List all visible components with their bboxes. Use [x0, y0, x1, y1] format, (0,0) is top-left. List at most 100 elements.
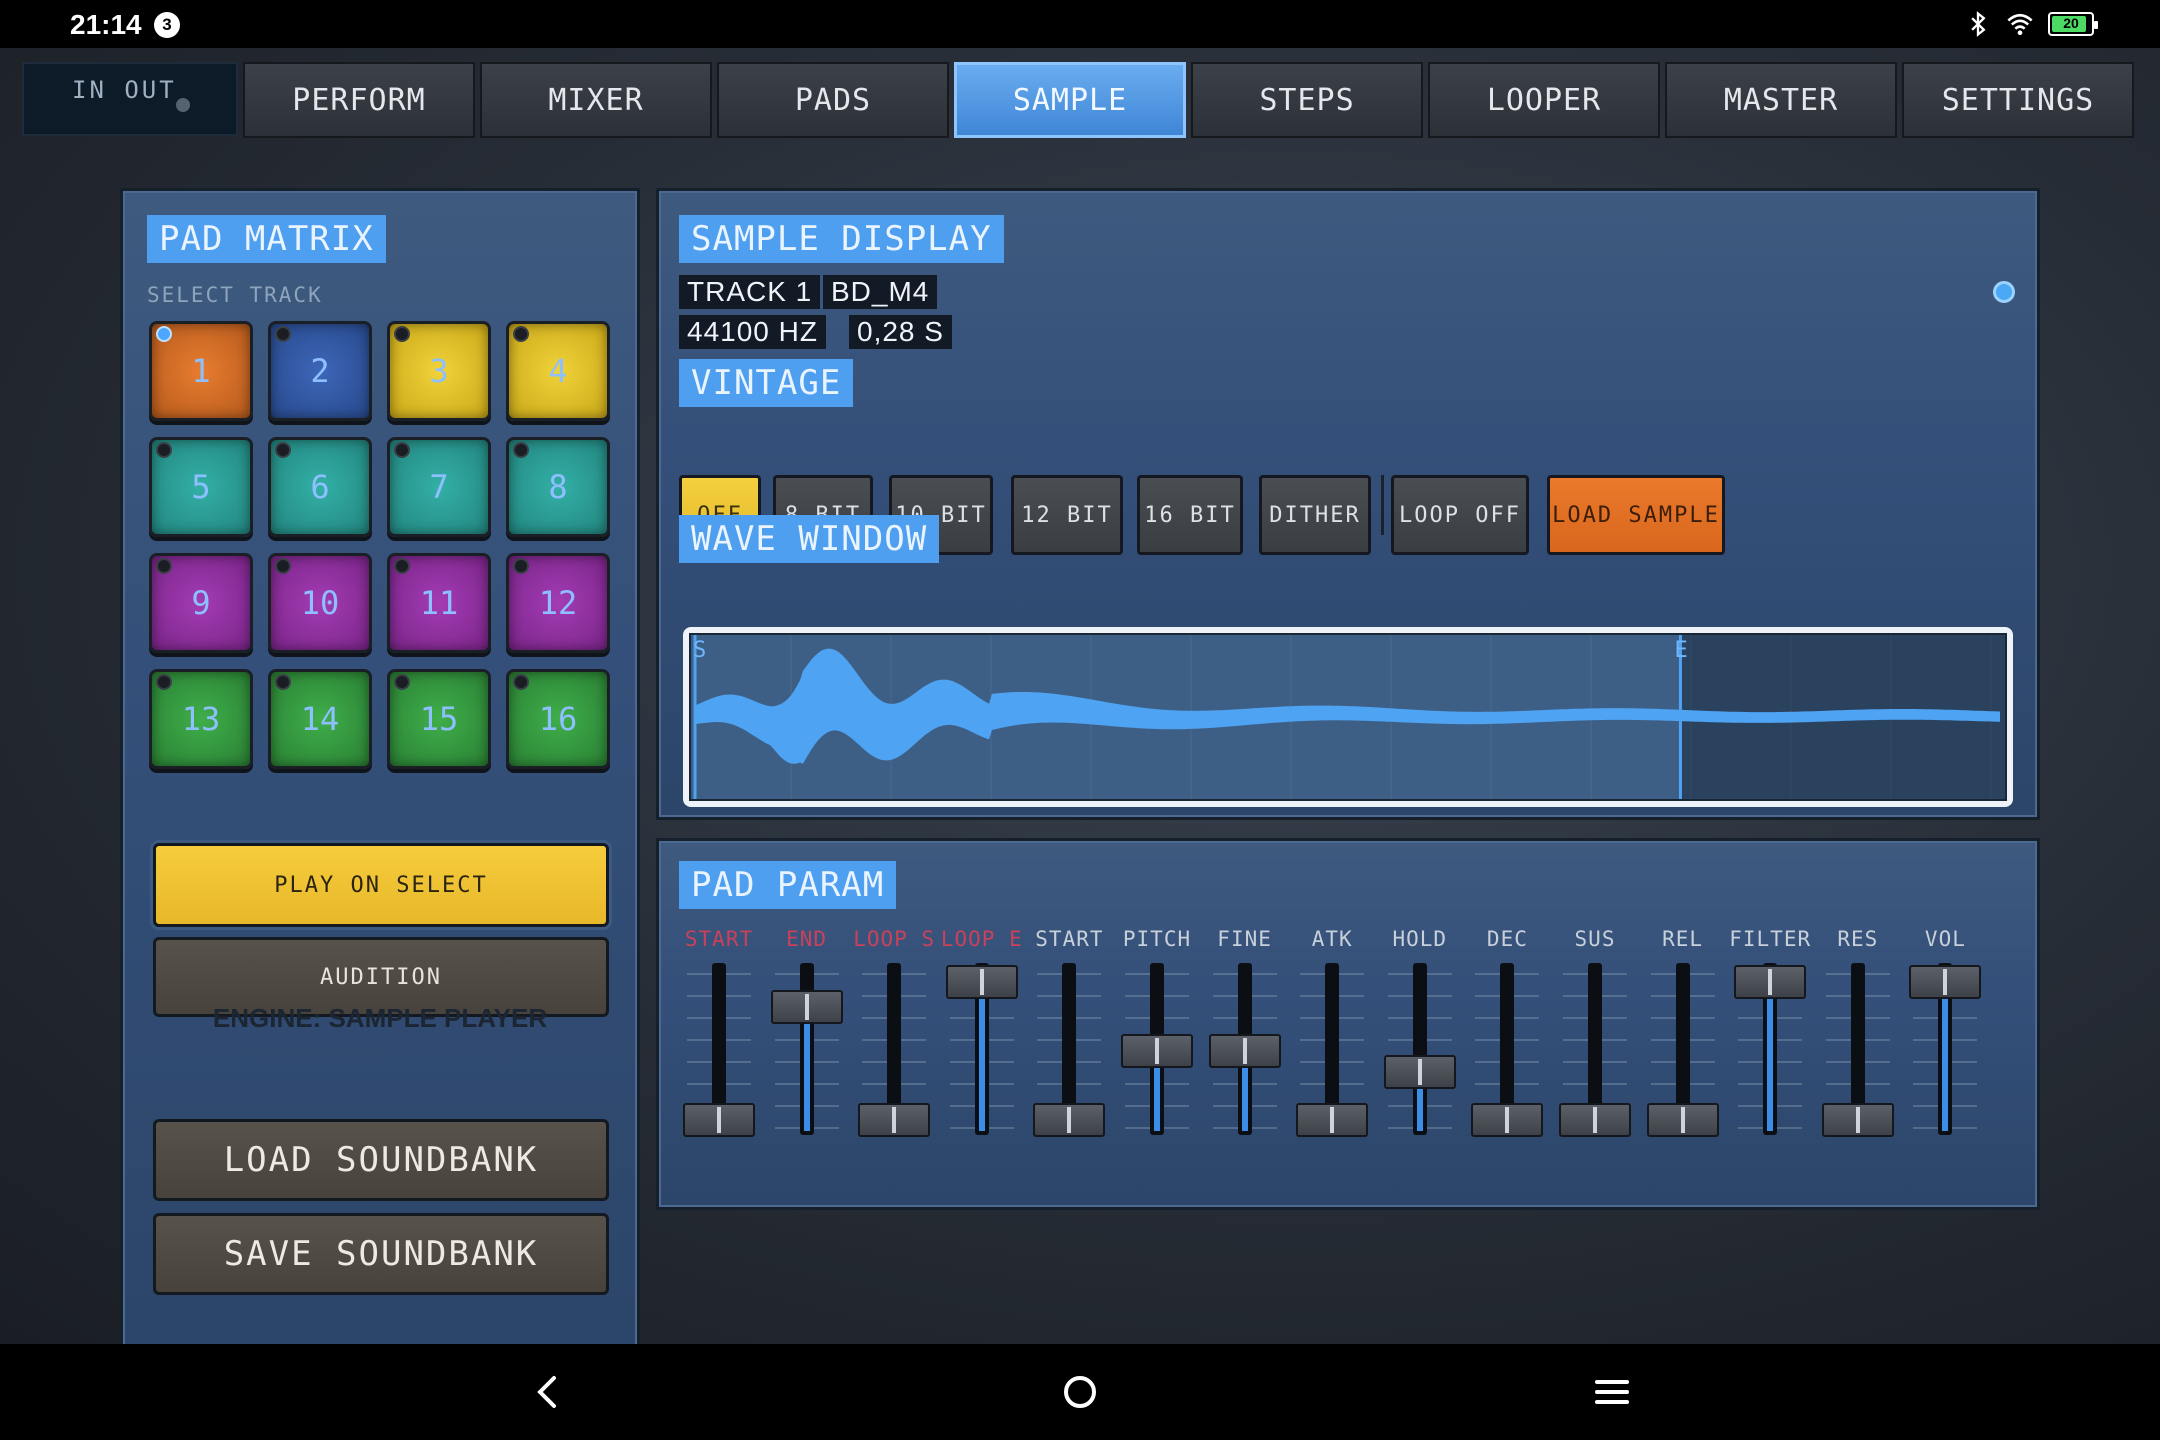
- pad-11[interactable]: 11: [387, 553, 491, 653]
- slider-fine[interactable]: [1208, 963, 1281, 1143]
- sample-display-title: SAMPLE DISPLAY: [679, 215, 1004, 263]
- pad-1[interactable]: 1: [149, 321, 253, 421]
- slider-knob[interactable]: [858, 1103, 931, 1137]
- pad-8[interactable]: 8: [506, 437, 610, 537]
- slider-rel[interactable]: [1646, 963, 1719, 1143]
- slider-filter[interactable]: [1734, 963, 1807, 1143]
- pad-number: 2: [310, 352, 330, 390]
- back-icon[interactable]: [524, 1368, 572, 1416]
- pad-param-title: PAD PARAM: [679, 861, 897, 909]
- io-led: [176, 98, 190, 112]
- pad-13[interactable]: 13: [149, 669, 253, 769]
- pad-7[interactable]: 7: [387, 437, 491, 537]
- slider-knob[interactable]: [1033, 1103, 1106, 1137]
- pad-led: [394, 674, 410, 690]
- app-window: IN OUT PERFORM MIXER PADS SAMPLE STEPS LOOPER…: [0, 48, 2160, 1362]
- track-label: TRACK 1: [679, 275, 821, 309]
- pad-number: 4: [548, 352, 568, 390]
- pad-number: 11: [419, 584, 459, 622]
- slider-knob[interactable]: [1559, 1103, 1631, 1137]
- pad-15[interactable]: 15: [387, 669, 491, 769]
- slider-knob[interactable]: [1208, 1034, 1281, 1068]
- slider-start[interactable]: [683, 963, 755, 1143]
- slider-knob[interactable]: [683, 1103, 755, 1137]
- menu-icon[interactable]: [1588, 1368, 1636, 1416]
- param-label-loop-e: LOOP E: [940, 927, 1023, 951]
- tab-looper[interactable]: LOOPER: [1428, 62, 1660, 138]
- pad-number: 12: [538, 584, 578, 622]
- slider-fill: [1154, 1068, 1160, 1131]
- slider-loop-e[interactable]: [945, 963, 1018, 1143]
- load-soundbank-button[interactable]: LOAD SOUNDBANK: [153, 1119, 609, 1201]
- slider-start[interactable]: [1033, 963, 1106, 1143]
- vintage-16-bit-button[interactable]: 16 BIT: [1137, 475, 1243, 555]
- loop-toggle-button[interactable]: LOOP OFF: [1391, 475, 1529, 555]
- param-label-end: END: [786, 927, 828, 951]
- vintage-dither-button[interactable]: DITHER: [1259, 475, 1371, 555]
- pad-14[interactable]: 14: [268, 669, 372, 769]
- pad-5[interactable]: 5: [149, 437, 253, 537]
- slider-knob[interactable]: [1734, 965, 1807, 999]
- pad-3[interactable]: 3: [387, 321, 491, 421]
- slider-knob[interactable]: [1909, 965, 1982, 999]
- tab-sample[interactable]: SAMPLE: [954, 62, 1186, 138]
- slider-knob[interactable]: [770, 989, 843, 1024]
- slider-dec[interactable]: [1471, 963, 1544, 1143]
- pad-6[interactable]: 6: [268, 437, 372, 537]
- slider-res[interactable]: [1821, 963, 1894, 1143]
- pad-10[interactable]: 10: [268, 553, 372, 653]
- select-track-label: SELECT TRACK: [147, 283, 323, 307]
- tab-pads[interactable]: PADS: [717, 62, 949, 138]
- tab-master[interactable]: MASTER: [1665, 62, 1897, 138]
- slider-end[interactable]: [770, 963, 843, 1143]
- slider-fill: [1416, 1088, 1423, 1131]
- param-label-loop-s: LOOP S: [853, 927, 936, 951]
- pad-led: [156, 442, 172, 458]
- vintage-12-bit-button[interactable]: 12 BIT: [1011, 475, 1123, 555]
- slider-fill: [1767, 999, 1774, 1131]
- param-label-hold: HOLD: [1392, 927, 1448, 951]
- slider-atk[interactable]: [1296, 963, 1369, 1143]
- status-led: [1993, 281, 2015, 303]
- slider-vol[interactable]: [1909, 963, 1982, 1143]
- io-indicator[interactable]: IN OUT: [22, 62, 238, 136]
- slider-knob[interactable]: [1383, 1054, 1456, 1089]
- vintage-separator: [1381, 475, 1384, 535]
- pad-led: [394, 442, 410, 458]
- pad-4[interactable]: 4: [506, 321, 610, 421]
- slider-hold[interactable]: [1383, 963, 1456, 1143]
- slider-knob[interactable]: [1471, 1103, 1544, 1137]
- slider-pitch[interactable]: [1121, 963, 1193, 1143]
- param-label-start: START: [1035, 927, 1104, 951]
- play-on-select-button[interactable]: PLAY ON SELECT: [153, 843, 609, 927]
- slider-knob[interactable]: [945, 965, 1018, 999]
- pad-9[interactable]: 9: [149, 553, 253, 653]
- pad-number: 1: [191, 352, 211, 390]
- slider-sus[interactable]: [1559, 963, 1631, 1143]
- pad-16[interactable]: 16: [506, 669, 610, 769]
- battery-icon: 20: [2048, 12, 2098, 36]
- slider-knob[interactable]: [1296, 1103, 1369, 1137]
- pad-led: [275, 442, 291, 458]
- tab-mixer[interactable]: MIXER: [480, 62, 712, 138]
- sample-name: BD_M4: [823, 275, 938, 309]
- slider-knob[interactable]: [1646, 1103, 1719, 1137]
- wave-window-title: WAVE WINDOW: [679, 515, 940, 563]
- pad-param-panel: PAD PARAM START END LOOP S LOOP E START PITCH…: [656, 838, 2040, 1210]
- tab-settings[interactable]: SETTINGS: [1902, 62, 2134, 138]
- wave-window[interactable]: SE: [683, 627, 2013, 807]
- waveform[interactable]: SE: [691, 635, 2005, 799]
- pad-12[interactable]: 12: [506, 553, 610, 653]
- slider-knob[interactable]: [1121, 1034, 1193, 1068]
- pad-number: 5: [191, 468, 211, 506]
- tab-steps[interactable]: STEPS: [1191, 62, 1423, 138]
- slider-loop-s[interactable]: [858, 963, 931, 1143]
- load-sample-button[interactable]: LOAD SAMPLE: [1547, 475, 1725, 555]
- tab-perform[interactable]: PERFORM: [243, 62, 475, 138]
- slider-knob[interactable]: [1821, 1103, 1894, 1137]
- pad-2[interactable]: 2: [268, 321, 372, 421]
- home-icon[interactable]: [1056, 1368, 1104, 1416]
- slider-fill: [978, 999, 985, 1131]
- save-soundbank-button[interactable]: SAVE SOUNDBANK: [153, 1213, 609, 1295]
- slider-fill: [803, 1023, 810, 1131]
